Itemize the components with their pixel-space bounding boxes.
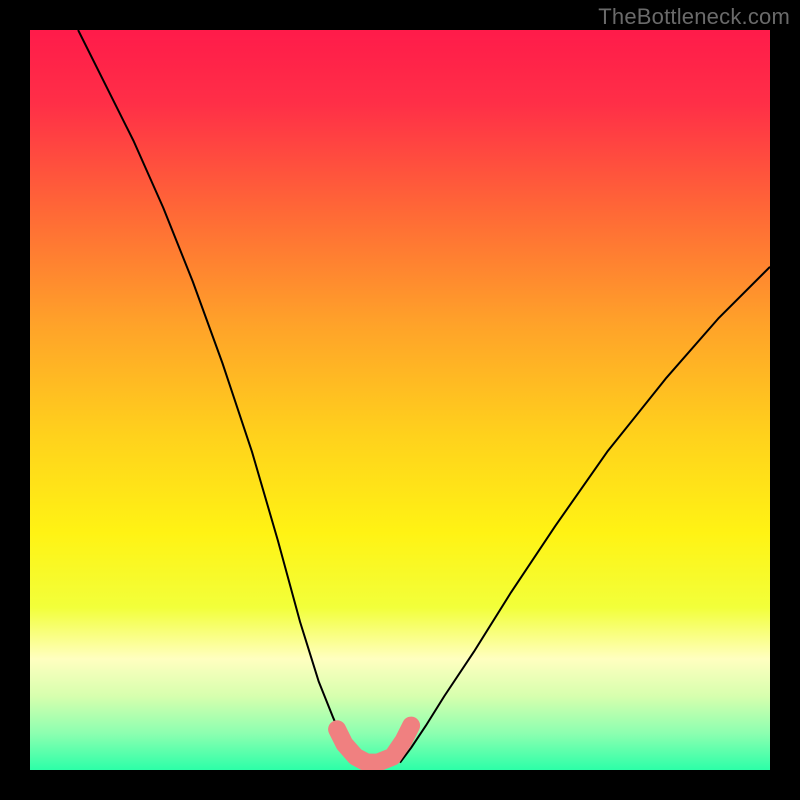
watermark-text: TheBottleneck.com (598, 4, 790, 30)
gradient-background (30, 30, 770, 770)
plot-svg (30, 30, 770, 770)
chart-frame: TheBottleneck.com (0, 0, 800, 800)
plot-area (30, 30, 770, 770)
